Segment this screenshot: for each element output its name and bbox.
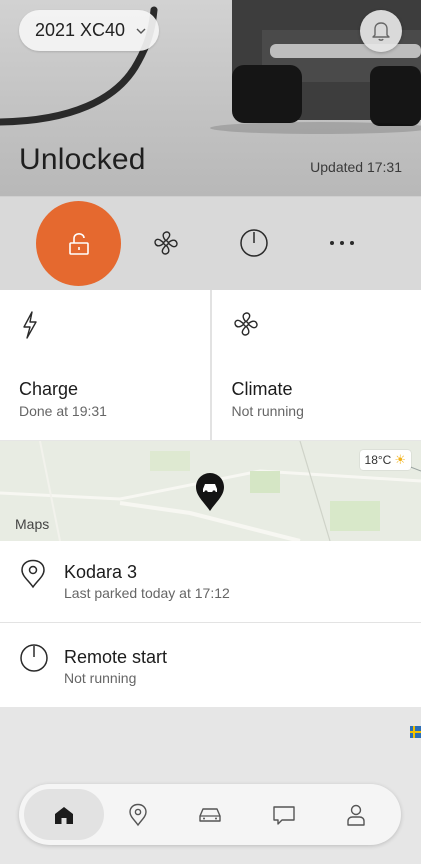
- lock-status-title: Unlocked: [19, 143, 146, 176]
- location-title: Kodara 3: [64, 562, 138, 582]
- map-pin-icon: [129, 803, 147, 826]
- location-subtitle: Last parked today at 17:12: [64, 585, 230, 601]
- car-icon: [199, 807, 221, 822]
- fan-icon: [154, 231, 178, 255]
- more-actions-button[interactable]: [322, 223, 362, 263]
- climate-title: Climate: [231, 379, 293, 399]
- climate-status: Not running: [231, 403, 304, 419]
- parked-location-row[interactable]: Kodara 3 Last parked today at 17:12: [0, 541, 421, 622]
- remote-start-title: Remote start: [64, 647, 168, 667]
- model-name: 2021 XC40: [35, 20, 126, 40]
- maps-label: Maps: [15, 516, 50, 532]
- car-location-pin[interactable]: [194, 472, 226, 512]
- more-dots-icon: [330, 241, 354, 245]
- power-icon: [20, 644, 48, 672]
- weather-temperature: 18°C: [364, 453, 392, 467]
- nav-map[interactable]: [98, 789, 178, 840]
- charge-title: Charge: [19, 379, 79, 399]
- charge-status: Done at 19:31: [19, 403, 107, 419]
- home-icon: [55, 806, 73, 824]
- model-selector[interactable]: 2021 XC40: [19, 10, 159, 51]
- charge-card[interactable]: Charge Done at 19:31: [0, 290, 210, 440]
- nav-home[interactable]: [24, 789, 104, 840]
- fan-icon: [233, 312, 258, 336]
- nav-messages[interactable]: [244, 789, 324, 840]
- vehicle-hero: 2021 XC40 Unlocked Updated 17:31: [0, 0, 421, 196]
- chat-icon: [273, 805, 295, 825]
- climate-action-button[interactable]: [146, 223, 186, 263]
- notifications-button[interactable]: [360, 10, 402, 52]
- climate-card[interactable]: Climate Not running: [211, 290, 421, 440]
- status-cards: Charge Done at 19:31 Climate Not running: [0, 290, 421, 440]
- remote-start-row[interactable]: Remote start Not running: [0, 623, 421, 707]
- apple-maps-logo: Maps: [14, 516, 49, 532]
- lightning-icon: [23, 311, 37, 339]
- weather-badge: 18°C ☀: [359, 450, 411, 470]
- profile-icon: [347, 804, 365, 826]
- sun-icon: ☀: [394, 452, 406, 467]
- nav-profile[interactable]: [316, 789, 396, 840]
- remote-start-status: Not running: [64, 670, 137, 686]
- flag-icon: [410, 726, 421, 738]
- quick-actions-bar: [0, 196, 421, 290]
- chevron-down-icon: [136, 28, 146, 34]
- lock-toggle-button[interactable]: [36, 201, 121, 286]
- nav-car[interactable]: [170, 789, 250, 840]
- power-icon: [240, 229, 268, 257]
- bell-icon: [372, 22, 390, 41]
- updated-time: Updated 17:31: [310, 159, 402, 175]
- engine-start-button[interactable]: [234, 223, 274, 263]
- bottom-navigation: [19, 784, 401, 845]
- unlocked-padlock-icon: [68, 232, 89, 255]
- location-map[interactable]: 18°C ☀ Maps: [0, 441, 421, 541]
- location-pin-icon: [21, 559, 45, 589]
